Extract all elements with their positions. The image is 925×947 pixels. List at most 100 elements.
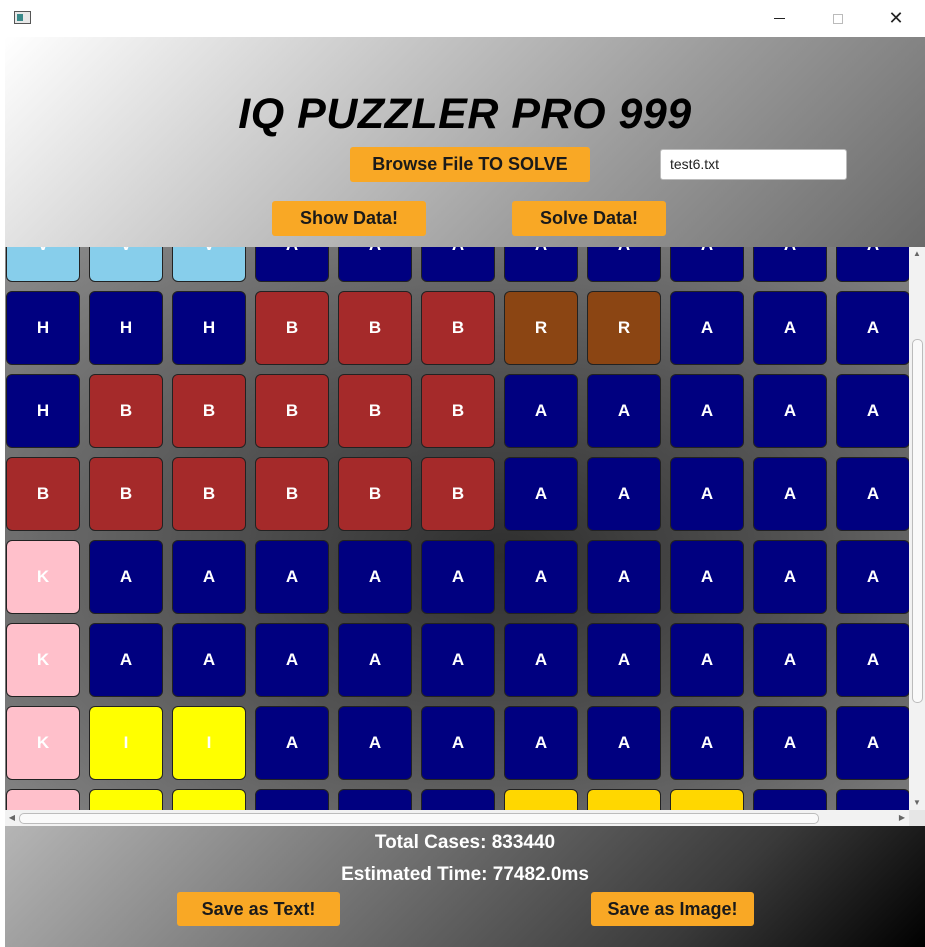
board-cell: A — [836, 457, 909, 531]
board-cell: A — [670, 706, 744, 780]
board-cell: A — [587, 247, 661, 282]
window-titlebar: ✕ — [0, 0, 925, 37]
board-cell: A — [338, 706, 412, 780]
board-cell: G — [587, 789, 661, 810]
board-cell: A — [421, 789, 495, 810]
board-cell: I — [89, 706, 163, 780]
board-cell: A — [670, 540, 744, 614]
board-cell: A — [587, 623, 661, 697]
scroll-left-icon[interactable]: ◀ — [5, 810, 19, 826]
board-cell: G — [670, 789, 744, 810]
maximize-button[interactable] — [809, 0, 867, 37]
save-as-image-button[interactable]: Save as Image! — [591, 892, 754, 926]
solve-data-button[interactable]: Solve Data! — [512, 201, 666, 236]
board-cell: K — [6, 623, 80, 697]
scroll-up-icon[interactable]: ▲ — [909, 247, 925, 261]
board-cell: A — [753, 247, 827, 282]
board-cell: B — [89, 374, 163, 448]
vertical-scrollbar[interactable]: ▲ ▼ — [909, 247, 925, 810]
board-cell: A — [670, 247, 744, 282]
board-cell: K — [6, 706, 80, 780]
board-cell: A — [338, 623, 412, 697]
minimize-icon — [773, 18, 785, 19]
board-cell: A — [172, 540, 246, 614]
board-cell: I — [89, 789, 163, 810]
board-cell: B — [338, 457, 412, 531]
total-cases-text: Total Cases: 833440 — [374, 832, 556, 853]
board-cell: A — [421, 706, 495, 780]
board-cell: B — [255, 457, 329, 531]
vertical-scroll-thumb[interactable] — [912, 339, 923, 703]
board-cell: A — [587, 457, 661, 531]
board-cell: A — [670, 291, 744, 365]
board-cell: B — [421, 374, 495, 448]
board-cell: B — [338, 291, 412, 365]
board-cell: A — [255, 706, 329, 780]
close-icon: ✕ — [888, 8, 904, 29]
close-button[interactable]: ✕ — [867, 0, 925, 37]
estimated-time-text: Estimated Time: 77482.0ms — [341, 864, 589, 885]
board-cell: B — [172, 457, 246, 531]
board-cell: V — [89, 247, 163, 282]
board-cell: A — [753, 540, 827, 614]
board-cell: A — [255, 623, 329, 697]
board-cell: K — [6, 540, 80, 614]
save-as-text-button[interactable]: Save as Text! — [177, 892, 340, 926]
board-cell: A — [338, 540, 412, 614]
board-cell: A — [836, 789, 909, 810]
board-cell: H — [89, 291, 163, 365]
board-cell: B — [421, 457, 495, 531]
board-cell: A — [338, 789, 412, 810]
board-cell: V — [172, 247, 246, 282]
board-cell: A — [421, 623, 495, 697]
app-icon — [14, 11, 31, 24]
board-cell: A — [753, 374, 827, 448]
browse-file-button[interactable]: Browse File TO SOLVE — [350, 147, 590, 182]
board-cell: I — [172, 706, 246, 780]
board-cell: A — [89, 623, 163, 697]
board-cell: H — [6, 374, 80, 448]
maximize-icon — [833, 13, 843, 24]
board-cell: A — [255, 540, 329, 614]
puzzle-board: VVVAAAAAAAAHHHBBBRRAAAHBBBBBAAAAABBBBBBA… — [5, 247, 909, 810]
board-cell: B — [421, 291, 495, 365]
board-cell: A — [504, 623, 578, 697]
board-cell: A — [753, 789, 827, 810]
board-cell: B — [255, 291, 329, 365]
board-cell: B — [172, 374, 246, 448]
page-title: IQ PUZZLER PRO 999 — [238, 90, 692, 138]
board-cell: G — [504, 789, 578, 810]
board-cell: A — [255, 789, 329, 810]
scroll-right-icon[interactable]: ▶ — [895, 810, 909, 826]
board-cell: A — [836, 706, 909, 780]
horizontal-scroll-thumb[interactable] — [19, 813, 819, 824]
file-name-field[interactable]: test6.txt — [660, 149, 847, 180]
board-cell: A — [504, 374, 578, 448]
minimize-button[interactable] — [750, 0, 808, 37]
board-cell: B — [255, 374, 329, 448]
board-cell: R — [504, 291, 578, 365]
board-cell: A — [753, 291, 827, 365]
footer-panel: Total Cases: 833440 Estimated Time: 7748… — [5, 826, 925, 947]
board-cell: A — [421, 540, 495, 614]
header-panel: IQ PUZZLER PRO 999 Browse File TO SOLVE … — [5, 37, 925, 247]
board-cell: A — [504, 706, 578, 780]
board-cell: B — [338, 374, 412, 448]
board-cell: A — [587, 540, 661, 614]
board-cell: A — [753, 457, 827, 531]
scrollbar-corner — [909, 810, 925, 826]
horizontal-scrollbar[interactable]: ◀ ▶ — [5, 810, 909, 826]
board-cell: A — [836, 247, 909, 282]
board-cell: H — [172, 291, 246, 365]
show-data-button[interactable]: Show Data! — [272, 201, 426, 236]
board-cell: A — [338, 247, 412, 282]
board-cell: B — [89, 457, 163, 531]
board-cell: A — [836, 540, 909, 614]
board-cell: B — [6, 457, 80, 531]
scroll-down-icon[interactable]: ▼ — [909, 796, 925, 810]
board-cell: A — [836, 374, 909, 448]
board-cell: I — [172, 789, 246, 810]
board-cell: A — [753, 706, 827, 780]
board-cell: A — [753, 623, 827, 697]
board-cell: A — [670, 623, 744, 697]
